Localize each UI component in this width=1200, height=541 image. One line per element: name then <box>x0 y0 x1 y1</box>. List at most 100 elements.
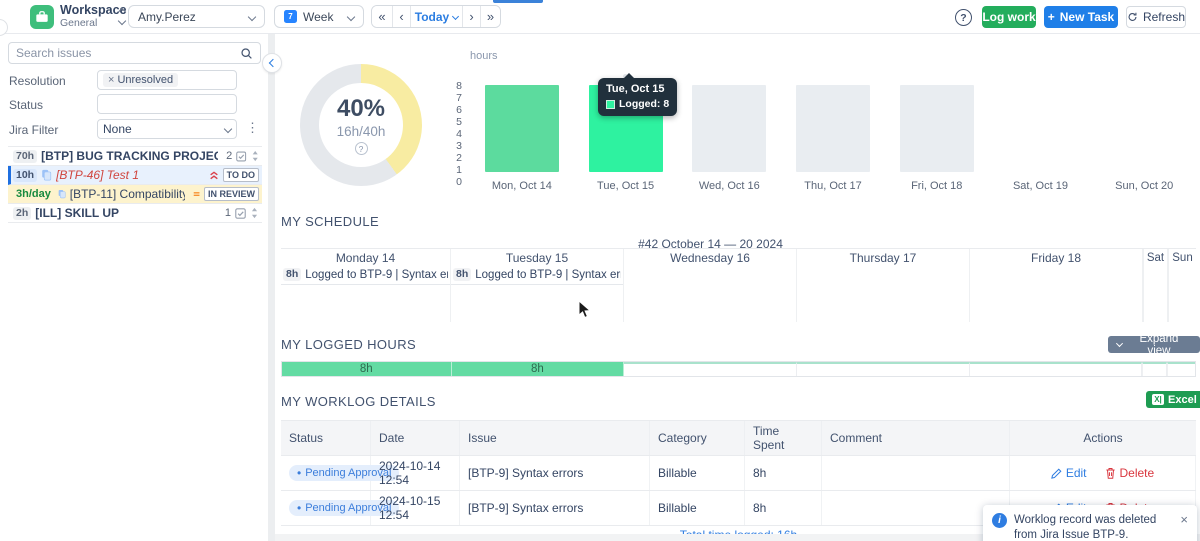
refresh-icon <box>1127 11 1138 23</box>
chevron-down-icon <box>118 17 126 25</box>
chevron-down-icon <box>1116 340 1123 347</box>
today-label: Today <box>415 10 449 24</box>
sort-handle-icon[interactable] <box>250 207 259 219</box>
x-axis-label: Wed, Oct 16 <box>677 180 781 192</box>
resolution-field[interactable]: × Unresolved <box>97 70 237 90</box>
new-task-label: New Task <box>1060 10 1114 24</box>
top-toolbar: Workspace General Amy.Perez 7 Week « ‹ T… <box>0 0 1200 34</box>
nav-today-button[interactable]: Today <box>410 6 462 27</box>
logged-cell-thursday[interactable] <box>797 362 970 376</box>
logged-cell-friday[interactable] <box>970 362 1143 376</box>
sidebar-collapse-button[interactable] <box>262 53 282 73</box>
logged-cell-sunday[interactable] <box>1167 362 1195 376</box>
schedule-entry[interactable]: 8h Logged to BTP-9 | Syntax errors <box>451 266 623 285</box>
nav-last-button[interactable]: » <box>480 6 500 27</box>
user-select-value: Amy.Perez <box>138 10 196 24</box>
refresh-button[interactable]: Refresh <box>1126 6 1186 28</box>
jira-filter-value: None <box>103 122 132 136</box>
schedule-entry[interactable]: 8h Logged to BTP-9 | Syntax errors <box>281 266 450 285</box>
estimate-chip: 2h <box>13 207 31 220</box>
workspace-switcher-icon[interactable] <box>119 9 125 24</box>
log-work-button[interactable]: Log work <box>982 6 1036 28</box>
bar-slot[interactable]: Fri, Oct 18 <box>885 85 989 172</box>
estimate-chip: 10h <box>13 169 37 182</box>
delete-worklog-button[interactable]: Delete <box>1105 466 1155 480</box>
nav-first-button[interactable]: « <box>372 6 392 27</box>
view-mode-select[interactable]: 7 Week <box>274 5 364 28</box>
schedule-day-saturday[interactable]: Sat <box>1143 249 1168 322</box>
y-tick: 6 <box>456 104 462 116</box>
issue-row-btp-46[interactable]: 10h [BTP-46] Test 1 TO DO <box>8 166 262 185</box>
y-axis-ticks: 876543210 <box>438 80 462 177</box>
donut-center: 40% 16h/40h ? <box>319 83 403 167</box>
issue-row-btp-11[interactable]: 3h/day [BTP-11] Compatibility defects IN… <box>8 185 262 204</box>
resolution-tag-label: Unresolved <box>117 74 173 86</box>
y-tick: 1 <box>456 164 462 176</box>
more-options-icon[interactable]: ⋮ <box>246 120 259 136</box>
nav-next-button[interactable]: › <box>462 6 480 27</box>
status-field[interactable] <box>97 94 237 114</box>
info-icon: i <box>992 513 1007 528</box>
bar-slot[interactable]: Sun, Oct 20 <box>1092 85 1196 172</box>
checkbox-icon[interactable] <box>236 151 246 162</box>
logged-cell-tuesday[interactable]: 8h <box>452 362 625 376</box>
col-status: Status <box>281 421 371 455</box>
logged-hours-strip: 8h 8h <box>281 361 1196 377</box>
y-tick: 2 <box>456 152 462 164</box>
my-worklog-details-title: MY WORKLOG DETAILS <box>281 394 436 409</box>
x-axis-label: Fri, Oct 18 <box>885 180 989 192</box>
help-button[interactable]: ? <box>955 9 972 26</box>
excel-icon <box>1152 394 1164 405</box>
export-excel-button[interactable]: Excel <box>1146 391 1200 408</box>
expand-view-button[interactable]: Expand view <box>1108 336 1200 353</box>
logged-cell-saturday[interactable] <box>1142 362 1167 376</box>
schedule-day-friday[interactable]: Friday 18 <box>970 249 1143 322</box>
schedule-day-tuesday[interactable]: Tuesday 15 8h Logged to BTP-9 | Syntax e… <box>451 249 624 322</box>
scheduled-bar[interactable] <box>900 85 974 172</box>
jira-filter-select[interactable]: None <box>97 119 237 139</box>
chevron-down-icon <box>452 13 459 20</box>
chevron-left-icon <box>269 59 277 67</box>
new-task-button[interactable]: + New Task <box>1044 6 1118 28</box>
scheduled-bar[interactable] <box>692 85 766 172</box>
sidebar-divider[interactable] <box>268 34 275 541</box>
scheduled-bar[interactable] <box>796 85 870 172</box>
col-comment: Comment <box>822 421 1010 455</box>
toast-close-icon[interactable]: × <box>1180 513 1188 541</box>
worklog-issue[interactable]: [BTP-9] Syntax errors <box>460 491 650 525</box>
search-input[interactable] <box>16 46 240 60</box>
logged-cell-wednesday[interactable] <box>624 362 797 376</box>
my-schedule-title: MY SCHEDULE <box>281 214 379 229</box>
schedule-day-wednesday[interactable]: Wednesday 16 <box>624 249 797 322</box>
bar-slot[interactable]: Mon, Oct 14 <box>470 85 574 172</box>
user-select[interactable]: Amy.Perez <box>128 5 265 28</box>
schedule-day-thursday[interactable]: Thursday 17 <box>797 249 970 322</box>
x-axis-label: Mon, Oct 14 <box>470 180 574 192</box>
logged-cell-monday[interactable]: 8h <box>282 362 452 376</box>
chart-tooltip: Tue, Oct 15 Logged: 8 <box>598 78 677 116</box>
bar-slot[interactable]: Thu, Oct 17 <box>781 85 885 172</box>
edit-worklog-button[interactable]: Edit <box>1051 466 1087 480</box>
issue-row-project-ill[interactable]: 2h [ILL] SKILL UP 1 <box>8 204 262 223</box>
nav-prev-button[interactable]: ‹ <box>392 6 410 27</box>
issue-title: [ILL] SKILL UP <box>35 206 119 220</box>
bar-slot[interactable]: Wed, Oct 16 <box>677 85 781 172</box>
worklog-comment <box>822 456 1010 490</box>
issue-row-project-btp[interactable]: 70h [BTP] BUG TRACKING PROJECT 2 <box>8 147 262 166</box>
logged-bar[interactable] <box>485 85 559 172</box>
checkbox-icon[interactable] <box>235 208 246 219</box>
panel-handle[interactable] <box>0 19 8 36</box>
sort-handle-icon[interactable] <box>251 150 259 162</box>
day-header: Friday 18 <box>970 249 1142 266</box>
donut-help-icon[interactable]: ? <box>355 142 368 155</box>
remove-tag-icon[interactable]: × <box>108 74 114 86</box>
bar-slot[interactable]: Sat, Oct 19 <box>989 85 1093 172</box>
schedule-day-sunday[interactable]: Sun <box>1168 249 1196 322</box>
y-tick: 3 <box>456 140 462 152</box>
schedule-day-monday[interactable]: Monday 14 8h Logged to BTP-9 | Syntax er… <box>281 249 451 322</box>
workspace-icon[interactable] <box>30 5 54 29</box>
workspace-label[interactable]: Workspace General <box>60 4 126 29</box>
workspace-subtitle: General <box>60 18 126 30</box>
y-axis-label: hours <box>470 50 498 62</box>
worklog-issue[interactable]: [BTP-9] Syntax errors <box>460 456 650 490</box>
